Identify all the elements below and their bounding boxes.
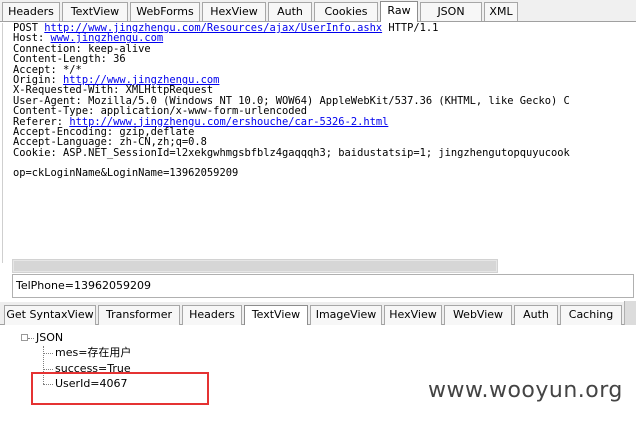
- tab-raw[interactable]: Raw: [380, 1, 418, 22]
- request-protocol: HTTP/1.1: [382, 23, 439, 34]
- tab-auth[interactable]: Auth: [268, 2, 312, 21]
- horizontal-scrollbar[interactable]: [12, 259, 498, 273]
- request-tabbar: Headers TextView WebForms HexView Auth C…: [0, 0, 636, 22]
- selected-text-field[interactable]: TelPhone=13962059209: [12, 274, 634, 298]
- highlight-box: [31, 372, 209, 405]
- tree-connector: [28, 338, 34, 339]
- tab-response-auth[interactable]: Auth: [514, 305, 558, 325]
- tree-connector: [43, 369, 53, 370]
- cookie-header: Cookie: ASP.NET_SessionId=l2xekgwhmgsbfb…: [13, 146, 570, 159]
- tab-response-hexview[interactable]: HexView: [384, 305, 442, 325]
- tab-xml[interactable]: XML: [484, 2, 518, 21]
- tree-item-mes[interactable]: mes=存在用户: [55, 346, 131, 360]
- watermark: www.wooyun.org: [428, 378, 623, 403]
- tab-response-textview[interactable]: TextView: [244, 305, 308, 325]
- tab-webforms[interactable]: WebForms: [130, 2, 200, 21]
- tab-hexview[interactable]: HexView: [202, 2, 266, 21]
- scrollbar-thumb[interactable]: [14, 261, 496, 271]
- tab-headers[interactable]: Headers: [2, 2, 60, 21]
- tab-overflow-arrow[interactable]: [624, 301, 636, 325]
- tab-cookies[interactable]: Cookies: [314, 2, 378, 21]
- tab-response-headers[interactable]: Headers: [182, 305, 242, 325]
- tab-webview[interactable]: WebView: [444, 305, 512, 325]
- tab-textview[interactable]: TextView: [62, 2, 128, 21]
- tree-root-json[interactable]: JSON: [36, 331, 63, 345]
- raw-request-text[interactable]: POST http://www.jingzhengu.com/Resources…: [2, 23, 636, 263]
- tab-imageview[interactable]: ImageView: [310, 305, 382, 325]
- tab-get-syntaxview[interactable]: Get SyntaxView: [4, 305, 96, 325]
- response-tabbar: Get SyntaxView Transformer Headers TextV…: [0, 302, 636, 325]
- tab-caching[interactable]: Caching: [560, 305, 622, 325]
- collapse-toggle-icon[interactable]: [21, 334, 28, 341]
- tab-json[interactable]: JSON: [420, 2, 482, 21]
- tree-connector: [43, 353, 53, 354]
- content-length-header: Content-Length: 36: [13, 53, 126, 66]
- request-body: op=ckLoginName&LoginName=13962059209: [13, 167, 239, 180]
- tab-transformer[interactable]: Transformer: [98, 305, 180, 325]
